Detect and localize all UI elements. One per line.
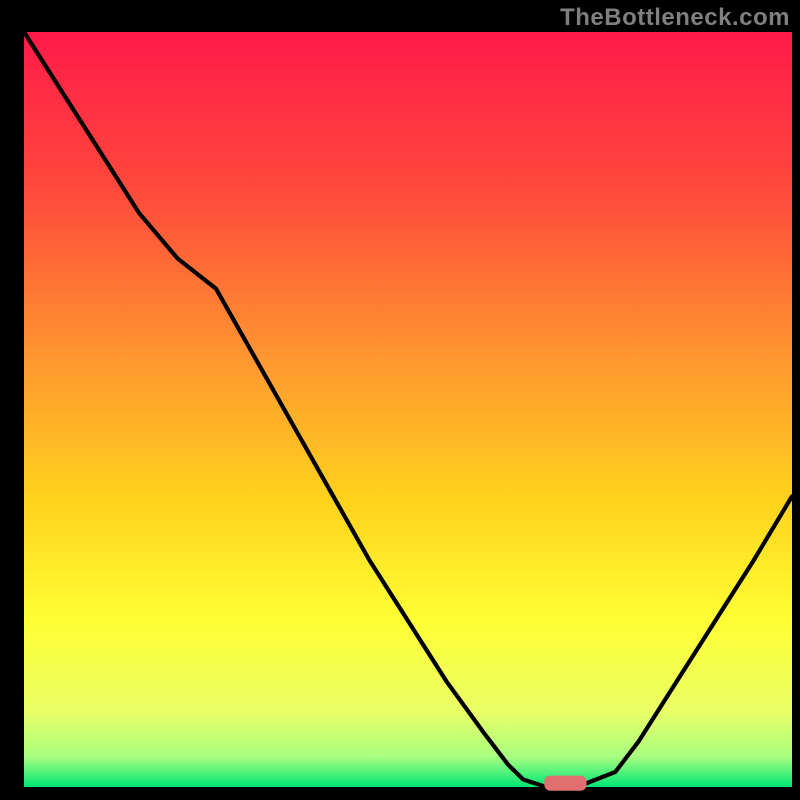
chart-svg [0, 0, 800, 800]
gradient-background [24, 32, 792, 787]
watermark-text: TheBottleneck.com [560, 4, 790, 32]
optimum-marker [544, 776, 586, 791]
chart-root: TheBottleneck.com [0, 0, 800, 800]
